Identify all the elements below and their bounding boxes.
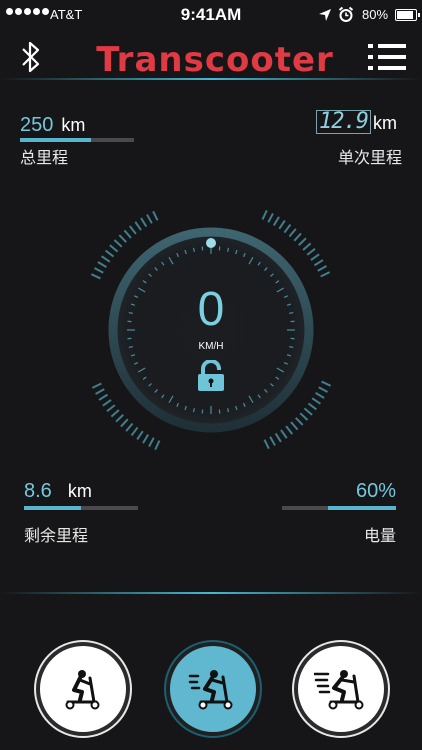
total-mileage-bar-fill (20, 138, 91, 142)
speed-unit: KM/H (198, 341, 224, 352)
unlock-icon[interactable] (197, 360, 225, 392)
remaining-range-unit: km (67, 481, 92, 501)
header-divider (0, 78, 422, 80)
battery-level-bar-fill (327, 506, 396, 510)
bottom-divider (0, 592, 422, 594)
mode-medium-button[interactable] (166, 642, 260, 736)
battery-icon (395, 9, 420, 21)
remaining-range-bar-fill (24, 506, 81, 510)
remaining-range-label: 剩余里程 (24, 528, 89, 545)
total-mileage-unit: km (61, 115, 86, 135)
battery-percentage: 80% (362, 7, 389, 22)
trip-mileage-unit: km (372, 113, 397, 133)
total-mileage-bar (20, 138, 134, 142)
speed-needle-marker (206, 238, 216, 248)
mode-slow-button[interactable] (36, 642, 130, 736)
battery-level-bar (282, 506, 396, 510)
location-arrow-icon (319, 9, 331, 21)
battery-level-value: 60% (355, 480, 396, 502)
trip-mileage-label: 单次里程 (338, 150, 403, 167)
trip-mileage-value: 12.9 (316, 110, 371, 134)
battery-level-label: 电量 (363, 528, 396, 545)
status-time: 9:41AM (180, 5, 242, 24)
app-title: Transcooter (96, 40, 334, 80)
status-bar: AT&T 9:41AM 80% (0, 0, 422, 30)
scooter-fast-icon (314, 670, 364, 710)
scooter-slow-icon (65, 670, 100, 710)
menu-icon[interactable] (368, 44, 406, 70)
remaining-range-value: 8.6 (24, 480, 52, 502)
speed-value: 0 (197, 283, 225, 336)
total-mileage: 250 km (20, 114, 85, 137)
remaining-range-bar (24, 506, 138, 510)
bluetooth-icon[interactable] (18, 40, 44, 74)
trip-mileage: 12.9 km (316, 110, 397, 134)
total-mileage-label: 总里程 (20, 150, 69, 167)
app-header: Transcooter (0, 30, 422, 82)
scooter-medium-icon (188, 670, 233, 710)
total-mileage-value: 250 (20, 114, 54, 136)
mode-fast-button[interactable] (294, 642, 388, 736)
remaining-range: 8.6 km (24, 480, 92, 503)
alarm-clock-icon (338, 6, 354, 22)
